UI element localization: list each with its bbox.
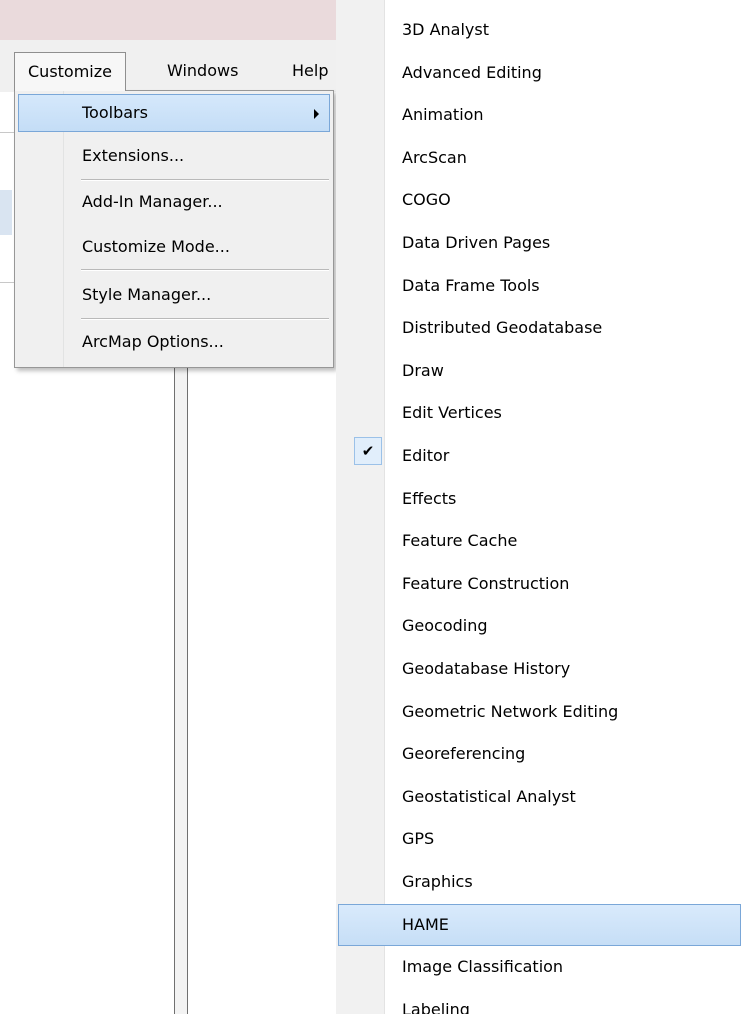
menu-separator (81, 269, 329, 271)
toolbar-item-geodatabase-history[interactable]: Geodatabase History (338, 648, 741, 691)
toolbar-item-arcscan[interactable]: ArcScan (338, 137, 741, 180)
menu-item-toolbars[interactable]: Toolbars (18, 94, 330, 132)
toolbar-item-effects[interactable]: Effects (338, 478, 741, 521)
toolbar-item-label: 3D Analyst (402, 20, 489, 39)
toolbar-item-label: Feature Construction (402, 573, 570, 593)
toolbar-item-label: Editor (402, 446, 450, 465)
menu-separator (81, 179, 329, 181)
toolbar-item-label: Graphics (402, 872, 473, 891)
toolbar-item-label: GPS (402, 829, 435, 849)
toolbar-item-label: HAME (402, 914, 449, 934)
toolbars-submenu: ✔ 3D Analyst Advanced Editing Animation Arc… (336, 0, 743, 1014)
toolbar-item-cogo[interactable]: COGO (338, 179, 741, 222)
toolbar-item-label: Data Frame Tools (402, 275, 540, 295)
toolbar-item-label: Geometric Network Editing (402, 701, 619, 721)
menu-help[interactable]: Help (280, 52, 332, 90)
toolbar-item-label: COGO (402, 190, 451, 210)
toolbar-divider (0, 132, 15, 133)
toolbar-item-label: Distributed Geodatabase (402, 318, 603, 338)
title-bar (0, 0, 340, 40)
toolbar-edge (0, 190, 12, 235)
toolbar-item-feature-construction[interactable]: Feature Construction (338, 563, 741, 606)
toolbar-item-distributed-geodatabase[interactable]: Distributed Geodatabase (338, 307, 741, 350)
toolbar-item-label: Georeferencing (402, 744, 526, 764)
toolbar-item-feature-cache[interactable]: Feature Cache (338, 520, 741, 563)
toolbar-item-label: Effects (402, 488, 457, 508)
toolbar-item-hame[interactable]: HAME (338, 903, 741, 947)
toolbar-item-label: Advanced Editing (402, 62, 542, 82)
toolbar-item-data-frame-tools[interactable]: Data Frame Tools (338, 265, 741, 308)
toolbar-item-image-classification[interactable]: Image Classification (338, 946, 741, 989)
toolbar-item-label: Labeling (402, 999, 470, 1014)
toolbar-item-data-driven-pages[interactable]: Data Driven Pages (338, 222, 741, 265)
toolbar-item-label: Feature Cache (402, 531, 518, 551)
menu-item-label: Toolbars (82, 103, 148, 122)
menu-item-customize-mode[interactable]: Customize Mode... (18, 228, 330, 266)
menu-item-label: Add-In Manager... (82, 192, 223, 211)
toolbar-item-3d-analyst[interactable]: 3D Analyst (338, 9, 741, 52)
checkmark-icon: ✔ (354, 437, 382, 465)
customize-dropdown: Toolbars Extensions... Add-In Manager...… (14, 90, 334, 368)
toolbar-item-geostatistical-analyst[interactable]: Geostatistical Analyst (338, 776, 741, 819)
dock-frame (174, 338, 187, 1014)
toolbar-item-georeferencing[interactable]: Georeferencing (338, 733, 741, 776)
menu-separator (81, 318, 329, 320)
submenu-arrow-icon (314, 109, 319, 119)
toolbar-item-label: Animation (402, 105, 484, 125)
toolbar-item-label: Geocoding (402, 616, 488, 636)
toolbar-item-gps[interactable]: GPS (338, 818, 741, 861)
toolbar-item-label: Geostatistical Analyst (402, 786, 576, 806)
toolbar-item-label: Edit Vertices (402, 403, 502, 423)
menu-customize[interactable]: Customize (14, 52, 126, 91)
toolbar-item-label: Geodatabase History (402, 659, 571, 678)
menu-item-label: Customize Mode... (82, 237, 230, 256)
toolbar-item-geocoding[interactable]: Geocoding (338, 605, 741, 648)
menu-item-arcmap-options[interactable]: ArcMap Options... (18, 323, 330, 361)
toolbar-item-animation[interactable]: Animation (338, 94, 741, 137)
toolbar-item-editor[interactable]: Editor (338, 435, 741, 478)
toolbar-divider (0, 282, 15, 283)
menu-item-style-manager[interactable]: Style Manager... (18, 276, 330, 314)
toolbar-item-graphics[interactable]: Graphics (338, 861, 741, 904)
toolbar-item-draw[interactable]: Draw (338, 350, 741, 393)
toolbar-item-label: Draw (402, 360, 444, 380)
toolbar-item-advanced-editing[interactable]: Advanced Editing (338, 52, 741, 95)
toolbar-item-edit-vertices[interactable]: Edit Vertices (338, 392, 741, 435)
dock-frame-border (174, 338, 175, 1014)
toolbar-item-label: ArcScan (402, 147, 467, 167)
menu-item-label: Style Manager... (82, 285, 212, 304)
menu-windows[interactable]: Windows (155, 52, 250, 90)
menu-item-extensions[interactable]: Extensions... (18, 137, 330, 175)
arcmap-window: Customize Windows Help Toolbars Extensio… (0, 0, 743, 1014)
toolbar-item-geometric-network-editing[interactable]: Geometric Network Editing (338, 691, 741, 734)
menu-item-label: Extensions... (82, 146, 185, 165)
toolbar-item-label: Image Classification (402, 957, 564, 977)
menu-item-add-in-manager[interactable]: Add-In Manager... (18, 183, 330, 221)
menu-item-label: ArcMap Options... (82, 332, 224, 351)
toolbar-item-labeling[interactable]: Labeling (338, 989, 741, 1014)
toolbar-item-label: Data Driven Pages (402, 233, 551, 252)
dock-frame-border (187, 338, 188, 1014)
